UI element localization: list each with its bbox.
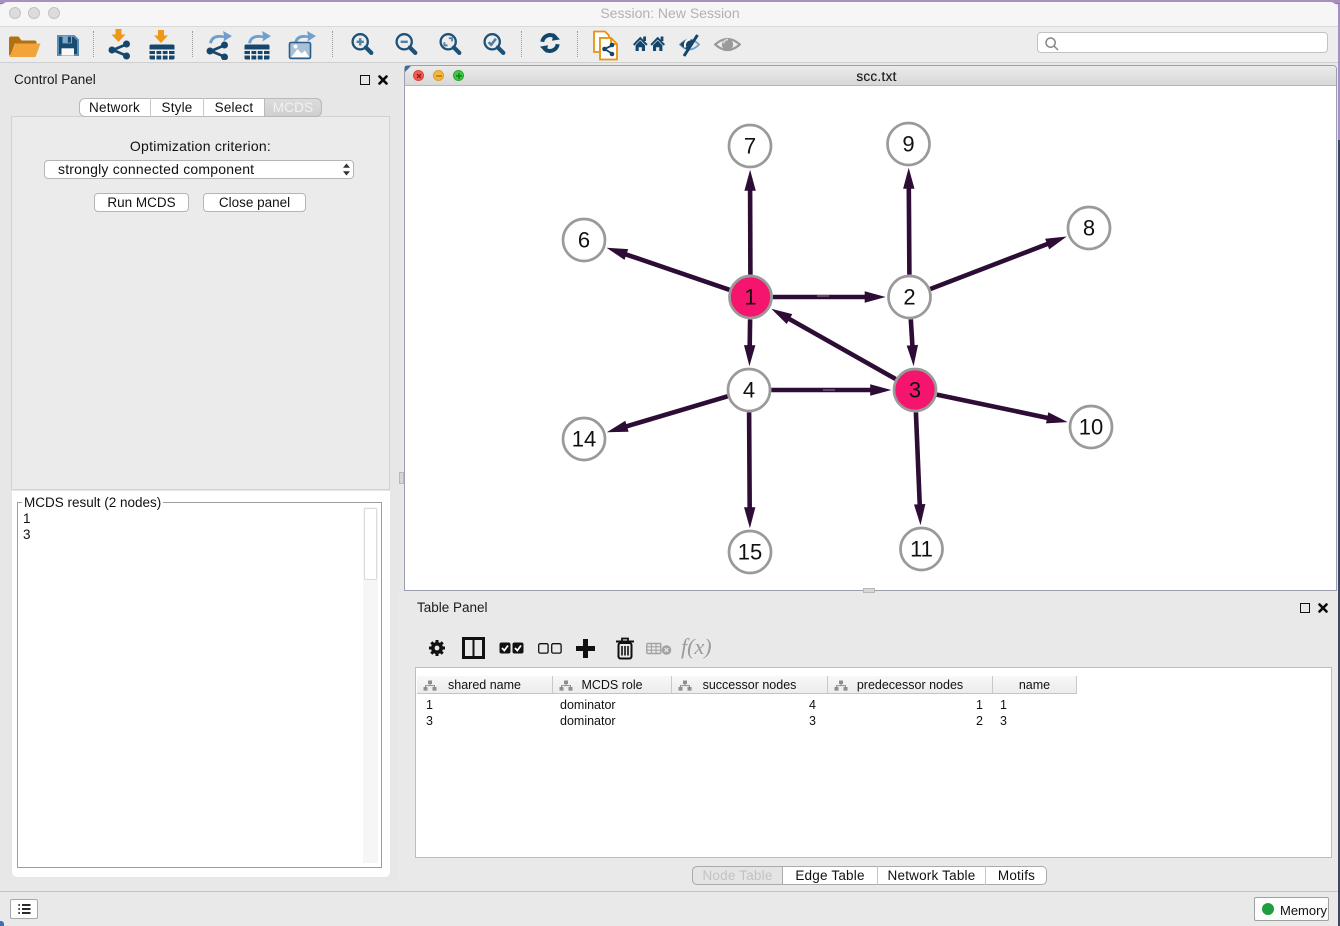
svg-text:6: 6 [578, 228, 590, 253]
svg-text:11: 11 [910, 537, 933, 562]
svg-text:15: 15 [738, 540, 762, 565]
svg-text:4: 4 [743, 378, 755, 403]
svg-text:14: 14 [572, 427, 596, 452]
svg-text:9: 9 [902, 132, 914, 157]
svg-text:7: 7 [744, 134, 756, 159]
svg-text:10: 10 [1079, 415, 1103, 440]
svg-text:3: 3 [909, 378, 921, 403]
svg-text:8: 8 [1083, 216, 1095, 241]
svg-text:2: 2 [903, 285, 915, 310]
svg-text:1: 1 [744, 285, 756, 310]
